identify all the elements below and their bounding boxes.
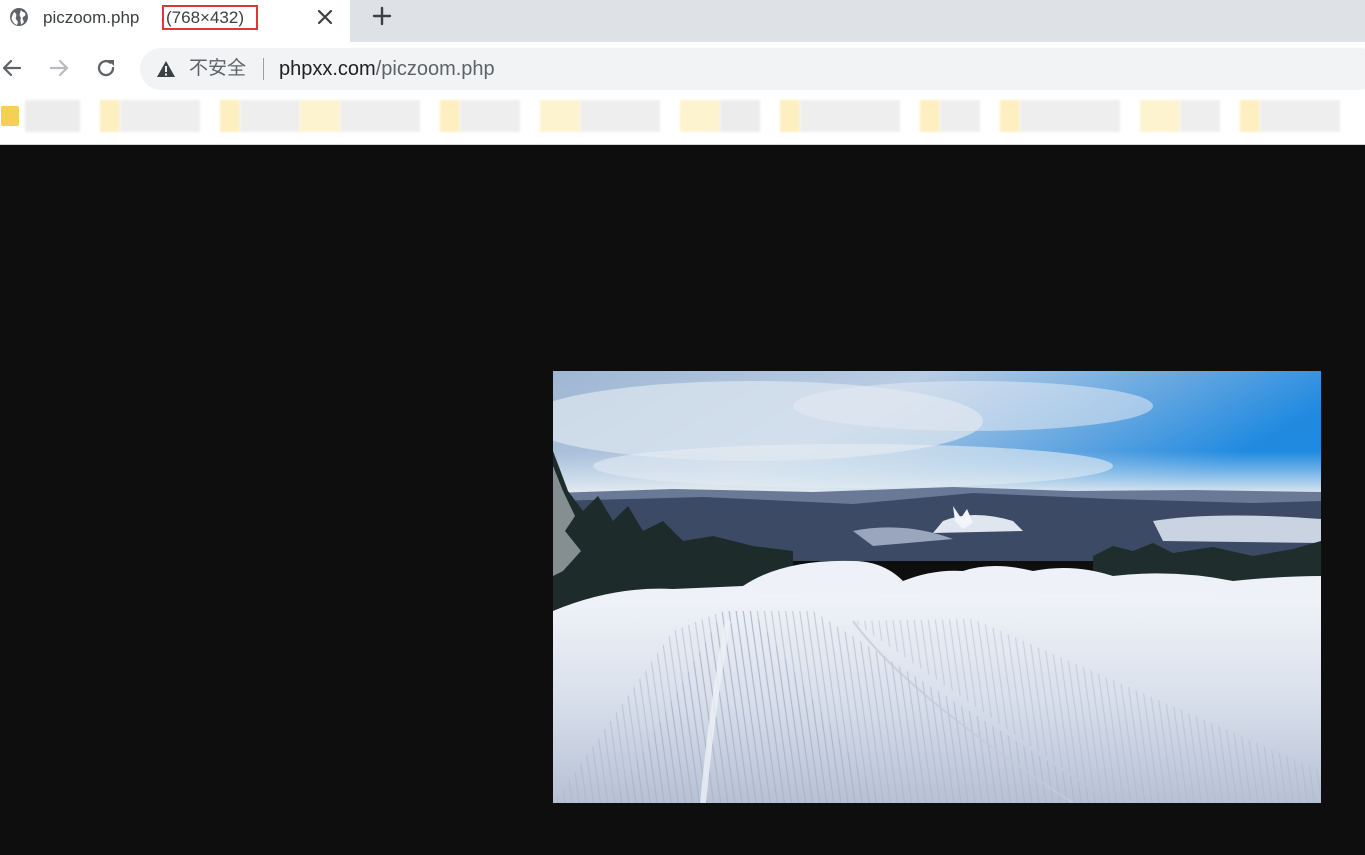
active-tab[interactable]: piczoom.php (768×432) [0,0,350,42]
close-tab-icon[interactable] [316,8,334,26]
browser-toolbar: 不安全 phpxx.com/piczoom.php [0,42,1365,94]
url-host: phpxx.com [279,58,376,80]
back-arrow-icon[interactable] [0,56,24,80]
tab-title: piczoom.php [43,8,140,27]
forward-arrow-icon[interactable] [47,56,71,80]
security-label[interactable]: 不安全 [189,58,246,80]
globe-icon [10,8,28,26]
reload-icon[interactable] [94,56,118,80]
url-path: /piczoom.php [375,58,495,80]
bookmark-folder-icon[interactable] [1,106,19,126]
bookmarks-bar [0,94,1365,145]
ski-slope-image[interactable] [553,371,1321,803]
warning-triangle-icon[interactable] [156,59,176,79]
tab-strip: piczoom.php (768×432) [0,0,1365,42]
new-tab-icon[interactable] [372,6,392,26]
url-text[interactable]: phpxx.com/piczoom.php [279,57,495,81]
omnibox-divider [263,58,264,80]
tab-image-dimensions: (768×432) [162,5,258,30]
address-bar[interactable]: 不安全 phpxx.com/piczoom.php [140,48,1365,90]
page-viewport [0,145,1365,855]
